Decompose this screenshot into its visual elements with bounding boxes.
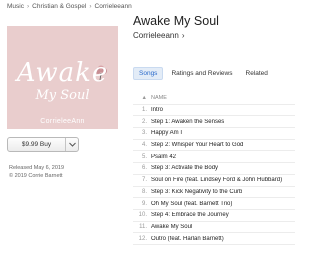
track-number: 4.: [141, 142, 147, 149]
track-row[interactable]: 8. Step 3: Kick Negativity to the Curb: [133, 187, 295, 199]
tab-songs[interactable]: Songs: [133, 67, 164, 80]
column-header-name[interactable]: NAME: [151, 95, 167, 101]
track-row[interactable]: 11. Awake My Soul: [133, 222, 295, 234]
track-row[interactable]: 3. Happy Am I: [133, 128, 295, 140]
track-name: Psalm 42: [151, 153, 177, 160]
buy-button-group: $9.99 Buy: [7, 137, 79, 152]
cover-title: Awake: [16, 58, 109, 88]
chevron-down-icon: [68, 142, 76, 147]
tab-related[interactable]: Related: [241, 68, 273, 79]
buy-options-dropdown[interactable]: [66, 138, 78, 151]
track-number: 11.: [139, 223, 147, 230]
track-name: Happy Am I: [151, 130, 183, 137]
breadcrumb-artist[interactable]: Corrieleeann: [95, 3, 132, 10]
track-list-header: ▲ NAME: [133, 93, 295, 105]
chevron-right-icon: ›: [89, 3, 92, 10]
chevron-right-icon: ›: [181, 31, 185, 40]
tab-bar: Songs Ratings and Reviews Related: [133, 67, 276, 80]
track-number: 3.: [141, 130, 147, 137]
track-row[interactable]: 2. Step 1: Awaken the Senses: [133, 116, 295, 129]
artist-name: Corrieleeann: [133, 31, 179, 40]
track-name: Step 3: Activate the Body: [151, 165, 219, 172]
track-row[interactable]: 12. Outro (feat. Harlan Barnett): [133, 233, 295, 245]
track-row[interactable]: 6. Step 3: Activate the Body: [133, 163, 295, 175]
cover-artist: CorrieleeAnn: [40, 118, 85, 125]
track-row[interactable]: 1. Intro: [133, 105, 295, 117]
track-name: Soul on Fire (feat. Lindsey Ford & John …: [151, 177, 283, 184]
tab-ratings-and-reviews[interactable]: Ratings and Reviews: [166, 68, 237, 79]
track-name: Outro (feat. Harlan Barnett): [151, 235, 224, 242]
chevron-right-icon: ›: [26, 3, 30, 10]
artist-link[interactable]: Corrieleeann ›: [133, 31, 184, 40]
track-number: 2.: [141, 118, 147, 125]
track-number: 10.: [138, 212, 147, 219]
track-row[interactable]: 9. Oh My Soul (feat. Barnett Trio): [133, 198, 295, 210]
cover-subtitle: My Soul: [35, 88, 90, 103]
breadcrumb-music[interactable]: Music: [7, 3, 24, 10]
sort-arrow-icon[interactable]: ▲: [133, 95, 151, 101]
track-name: Step 4: Embrace the Journey: [151, 212, 229, 219]
album-cover[interactable]: Awake My Soul CorrieleeAnn: [7, 26, 118, 129]
track-number: 8.: [141, 188, 147, 195]
track-number: 12.: [138, 235, 147, 242]
breadcrumb-genre[interactable]: Christian & Gospel: [32, 3, 86, 10]
track-number: 1.: [141, 107, 147, 114]
breadcrumb: Music › Christian & Gospel › Corrieleean…: [7, 3, 132, 10]
track-name: Intro: [151, 107, 164, 114]
track-number: 7.: [141, 177, 147, 184]
album-title: Awake My Soul: [133, 14, 219, 28]
track-row[interactable]: 7. Soul on Fire (feat. Lindsey Ford & Joh…: [133, 175, 295, 187]
track-row[interactable]: 10. Step 4: Embrace the Journey: [133, 210, 295, 222]
track-list: ▲ NAME 1. Intro 2. Step 1: Awaken the Sens…: [133, 93, 295, 245]
album-meta: Released May 6, 2019 © 2019 Corrie Barne…: [9, 164, 64, 180]
track-name: Step 3: Kick Negativity to the Curb: [151, 188, 243, 195]
track-name: Oh My Soul (feat. Barnett Trio): [151, 200, 233, 207]
track-number: 9.: [141, 200, 147, 207]
track-name: Awake My Soul: [151, 223, 193, 230]
track-number: 6.: [141, 165, 147, 172]
track-name: Step 2: Whisper Your Heart to God: [151, 142, 244, 149]
copyright: © 2019 Corrie Barnett: [9, 173, 63, 179]
track-name: Step 1: Awaken the Senses: [151, 118, 225, 125]
track-row[interactable]: 5. Psalm 42: [133, 151, 295, 164]
release-date: Released May 6, 2019: [9, 165, 65, 171]
buy-button[interactable]: $9.99 Buy: [8, 138, 66, 151]
track-number: 5.: [141, 153, 147, 160]
track-row[interactable]: 4. Step 2: Whisper Your Heart to God: [133, 140, 295, 152]
